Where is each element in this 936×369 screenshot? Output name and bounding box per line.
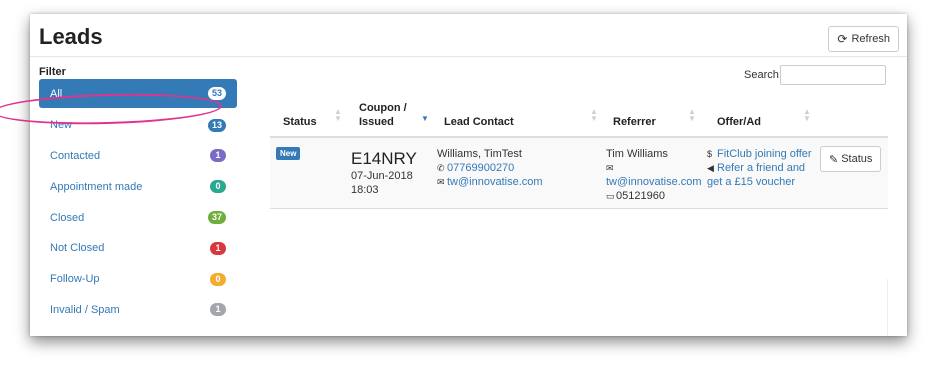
count-badge: 13 [207,118,226,132]
filter-item-follow-up[interactable]: Follow-Up 0 [39,264,237,295]
filter-item-contacted[interactable]: Contacted 1 [39,141,237,172]
status-badge: New [276,147,301,160]
filter-item-appointment-made[interactable]: Appointment made 0 [39,171,237,202]
column-header-coupon[interactable]: Coupon / Issued [359,101,407,129]
dollar-icon: $ [707,149,713,159]
filter-list: All 53 New 13 Contacted 1 Appointment ma… [39,79,237,325]
filter-item-not-closed[interactable]: Not Closed 1 [39,233,237,264]
filter-item-label: New [50,119,73,132]
column-header-coupon-line2: Issued [359,116,394,128]
count-badge: 0 [210,180,226,194]
phone-icon: ✆ [437,163,445,173]
search-label: Search: [744,69,782,81]
offer-link[interactable]: FitClub joining offer [717,148,812,160]
filter-item-label: Appointment made [50,180,143,193]
offer-line-3[interactable]: get a £15 voucher [707,175,795,189]
status-button[interactable]: ✎ Status [820,146,882,172]
column-header-referrer[interactable]: Referrer [613,115,656,129]
filter-item-label: Not Closed [50,242,105,255]
column-header-status[interactable]: Status [283,115,317,129]
lead-email-line: ✉ tw@innovatise.com [437,175,543,189]
filter-item-label: Closed [50,211,85,224]
sort-icon[interactable]: ▲ ▼ [334,108,342,123]
referrer-date: 05121960 [616,190,665,202]
referrer-name: Tim Williams [606,148,668,160]
count-badge: 1 [210,149,226,163]
table-header: Status ▲ ▼ Coupon / Issued ▼ Lead Contact… [270,96,888,138]
sort-icon[interactable]: ▲ ▼ [590,108,598,123]
column-header-coupon-line1: Coupon / [359,102,407,114]
filter-item-label: Follow-Up [50,273,100,286]
lead-phone-link[interactable]: 07769900270 [447,162,514,174]
status-button-label: Status [841,153,873,165]
lead-phone-line: ✆ 07769900270 [437,161,514,175]
envelope-icon: ✉ [437,177,445,187]
lead-name: Williams, TimTest [437,148,522,160]
calendar-icon: ▭ [606,191,615,201]
ad-link[interactable]: Refer a friend and [717,162,805,174]
filter-item-label: Invalid / Spam [50,303,120,316]
count-badge: 53 [207,87,226,100]
coupon-date: 07-Jun-2018 [351,170,413,182]
filter-item-new[interactable]: New 13 [39,110,237,141]
leads-panel: Leads ⟳ Refresh Filter All 53 New 13 Con… [30,14,907,336]
table-row[interactable]: New E14NRY 07-Jun-2018 18:03 Williams, T… [270,138,888,209]
leads-table: Status ▲ ▼ Coupon / Issued ▼ Lead Contact… [270,96,888,209]
filter-item-all[interactable]: All 53 [39,79,237,108]
envelope-icon: ✉ [606,163,614,173]
refresh-button[interactable]: ⟳ Refresh [828,26,899,52]
sort-icon[interactable]: ▲ ▼ [803,108,811,123]
coupon-code: E14NRY [351,149,417,168]
refresh-label: Refresh [851,33,890,45]
pencil-icon: ✎ [829,153,839,166]
count-badge: 1 [210,303,226,317]
panel-edge [887,279,908,336]
count-badge: 37 [207,211,226,225]
offer-line-2: ◀ Refer a friend and [707,161,805,175]
bullhorn-icon: ◀ [707,163,714,173]
count-badge: 0 [210,272,226,286]
referrer-date-line: ▭05121960 [606,189,665,203]
column-header-offer[interactable]: Offer/Ad [717,115,761,129]
referrer-email-link[interactable]: tw@innovatise.com [606,175,702,189]
search-input[interactable] [780,65,886,85]
filter-item-closed[interactable]: Closed 37 [39,202,237,233]
count-badge: 1 [210,241,226,255]
lead-email-link[interactable]: tw@innovatise.com [447,176,543,188]
header-divider [30,56,907,57]
column-header-lead-contact[interactable]: Lead Contact [444,115,514,129]
offer-line-1: $ FitClub joining offer [707,147,812,161]
coupon-time: 18:03 [351,184,379,196]
sort-icon[interactable]: ▲ ▼ [688,108,696,123]
refresh-icon: ⟳ [837,32,848,46]
filter-heading: Filter [39,66,66,78]
filter-item-label: Contacted [50,149,101,162]
filter-item-label: All [50,87,63,100]
filter-item-invalid-spam[interactable]: Invalid / Spam 1 [39,295,237,326]
sort-desc-icon[interactable]: ▼ [421,115,429,123]
page-title: Leads [39,24,103,49]
